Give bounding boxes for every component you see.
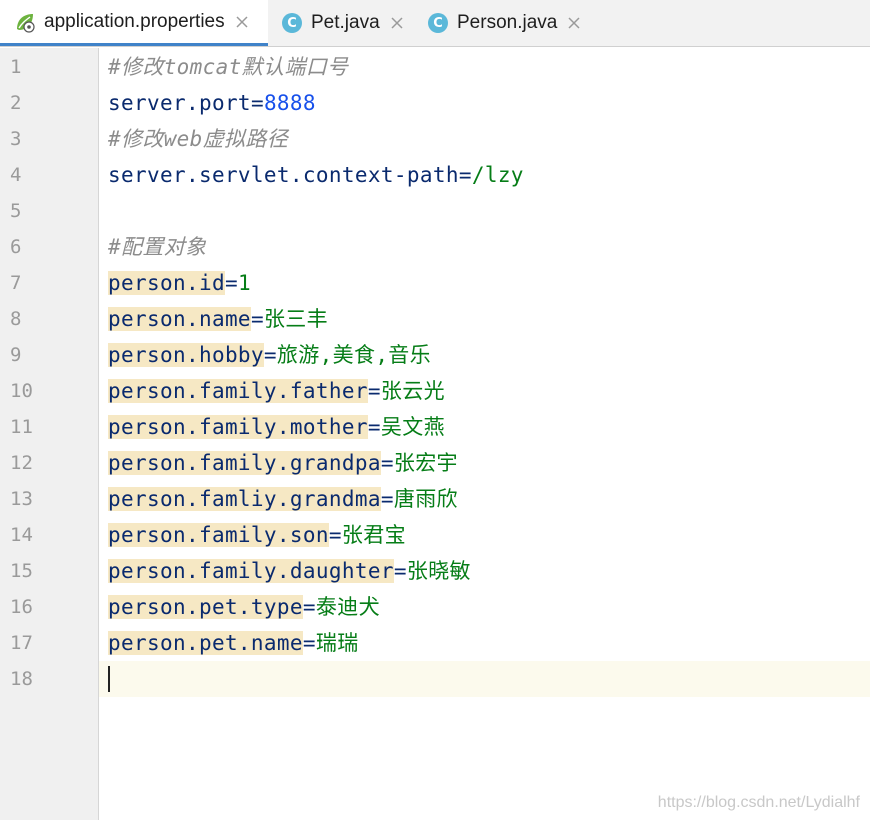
line-number: 9 — [10, 344, 22, 366]
current-line-highlight — [99, 661, 870, 697]
code-line: person.family.daughter=张晓敏 — [108, 553, 471, 589]
class-c-icon: C — [428, 13, 448, 33]
comment-text: #修改tomcat默认端口号 — [108, 55, 349, 79]
code-line: person.family.son=张君宝 — [108, 517, 406, 553]
line-number: 4 — [10, 164, 22, 186]
line-number: 8 — [10, 308, 22, 330]
code-line: person.family.mother=吴文燕 — [108, 409, 445, 445]
code-line: server.servlet.context-path=/lzy — [108, 157, 524, 193]
editor-tab-bar: application.properties C Pet.java C Pers… — [0, 0, 870, 47]
property-value: 吴文燕 — [380, 415, 445, 439]
property-value: 泰迪犬 — [315, 595, 380, 619]
close-icon[interactable] — [390, 16, 404, 30]
property-key: person.family.son — [108, 523, 329, 547]
property-value: 张三丰 — [263, 307, 328, 331]
property-key: person.id — [108, 271, 225, 295]
code-text-area[interactable]: #修改tomcat默认端口号 server.port=8888 #修改web虚拟路径… — [99, 48, 870, 820]
property-value: 1 — [237, 271, 251, 295]
code-line: server.port=8888 — [108, 85, 316, 121]
tab-person-java[interactable]: C Person.java — [414, 0, 584, 46]
property-value: 张晓敏 — [406, 559, 471, 583]
equals-sign: = — [263, 343, 277, 367]
line-number: 15 — [10, 560, 33, 582]
equals-sign: = — [393, 559, 407, 583]
code-line: #修改tomcat默认端口号 — [108, 49, 348, 85]
property-key: server.servlet.context-path — [108, 163, 459, 187]
text-caret — [108, 666, 110, 692]
property-key: person.pet.type — [108, 595, 303, 619]
line-number-gutter[interactable]: 1 2 3 4 5 6 7 8 9 10 11 12 13 14 15 16 17 18 — [0, 48, 99, 820]
line-number: 7 — [10, 272, 22, 294]
line-number: 6 — [10, 236, 22, 258]
equals-sign: = — [328, 523, 342, 547]
ide-window: application.properties C Pet.java C Pers… — [0, 0, 870, 820]
code-line: person.id=1 — [108, 265, 251, 301]
equals-sign: = — [302, 595, 316, 619]
equals-sign: = — [380, 451, 394, 475]
property-value: 旅游,美食,音乐 — [276, 343, 432, 367]
tab-pet-java[interactable]: C Pet.java — [268, 0, 414, 46]
code-line: person.name=张三丰 — [108, 301, 328, 337]
property-value: /lzy — [471, 163, 524, 187]
equals-sign: = — [458, 163, 472, 187]
equals-sign: = — [367, 379, 381, 403]
equals-sign: = — [380, 487, 394, 511]
line-number: 14 — [10, 524, 33, 546]
class-c-icon: C — [282, 13, 302, 33]
line-number: 17 — [10, 632, 33, 654]
equals-sign: = — [224, 271, 238, 295]
line-number: 13 — [10, 488, 33, 510]
code-line: person.famliy.grandma=唐雨欣 — [108, 481, 458, 517]
tab-application-properties[interactable]: application.properties — [0, 0, 268, 46]
watermark: https://blog.csdn.net/Lydialhf — [657, 794, 860, 811]
line-number: 10 — [10, 380, 33, 402]
tab-label: application.properties — [44, 10, 225, 32]
code-line: #修改web虚拟路径 — [108, 121, 288, 157]
spring-leaf-icon — [17, 13, 35, 33]
equals-sign: = — [250, 91, 264, 115]
line-number: 5 — [10, 200, 22, 222]
property-key: person.family.father — [108, 379, 368, 403]
line-number: 16 — [10, 596, 33, 618]
property-value: 瑞瑞 — [315, 631, 359, 655]
close-icon[interactable] — [567, 16, 581, 30]
line-number: 2 — [10, 92, 22, 114]
code-line: person.family.grandpa=张宏宇 — [108, 445, 458, 481]
property-key: person.name — [108, 307, 251, 331]
property-value: 张云光 — [380, 379, 445, 403]
equals-sign: = — [250, 307, 264, 331]
property-key: person.family.mother — [108, 415, 368, 439]
line-number: 12 — [10, 452, 33, 474]
property-key: person.famliy.grandma — [108, 487, 381, 511]
code-line: person.pet.name=瑞瑞 — [108, 625, 359, 661]
property-key: person.family.grandpa — [108, 451, 381, 475]
tab-label: Pet.java — [311, 12, 380, 33]
property-value: 唐雨欣 — [393, 487, 458, 511]
line-number: 1 — [10, 56, 22, 78]
code-line: person.pet.type=泰迪犬 — [108, 589, 380, 625]
code-editor[interactable]: 1 2 3 4 5 6 7 8 9 10 11 12 13 14 15 16 17 18 #修改tomcat默认端… — [0, 48, 870, 820]
property-key: person.hobby — [108, 343, 264, 367]
close-icon[interactable] — [235, 15, 249, 29]
equals-sign: = — [367, 415, 381, 439]
property-value: 张君宝 — [341, 523, 406, 547]
property-value: 张宏宇 — [393, 451, 458, 475]
line-number: 3 — [10, 128, 22, 150]
line-number: 11 — [10, 416, 33, 438]
equals-sign: = — [302, 631, 316, 655]
comment-text: #配置对象 — [108, 235, 207, 259]
property-key: person.pet.name — [108, 631, 303, 655]
code-line: person.family.father=张云光 — [108, 373, 445, 409]
property-key: server.port — [108, 91, 251, 115]
code-line: #配置对象 — [108, 229, 206, 265]
tab-label: Person.java — [457, 12, 558, 33]
line-number: 18 — [10, 668, 33, 690]
property-value: 8888 — [263, 91, 316, 115]
property-key: person.family.daughter — [108, 559, 394, 583]
comment-text: #修改web虚拟路径 — [108, 127, 289, 151]
code-line: person.hobby=旅游,美食,音乐 — [108, 337, 431, 373]
